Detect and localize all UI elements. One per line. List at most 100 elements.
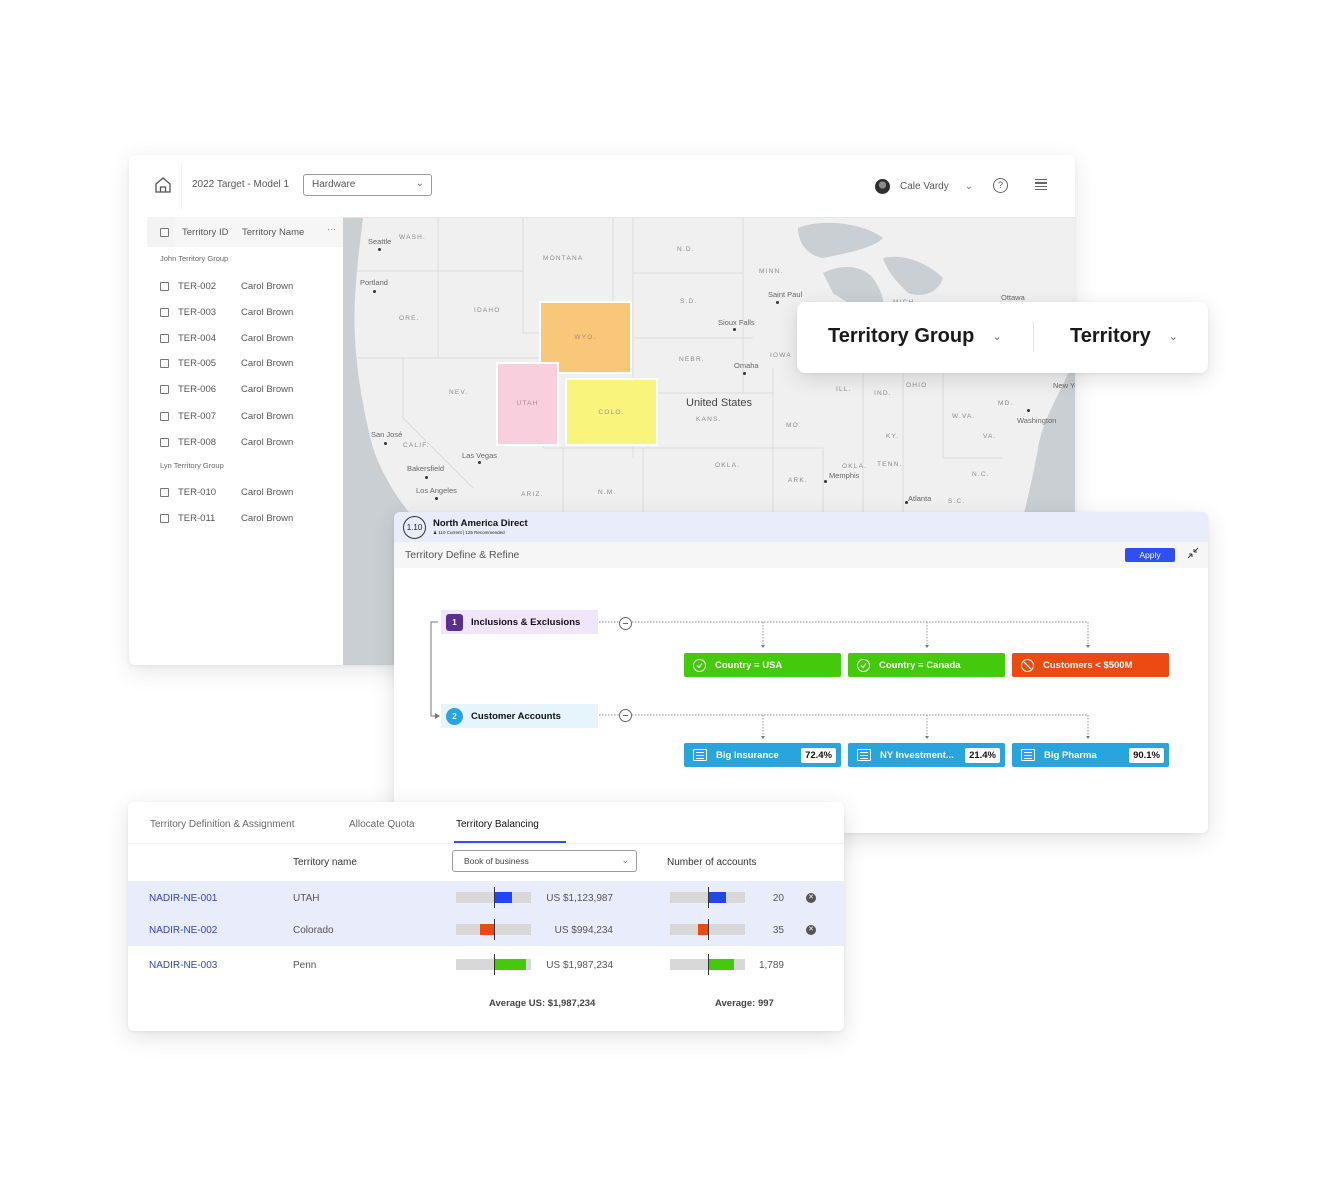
- territory-group-dropdown[interactable]: Territory Group ⌄: [828, 325, 1002, 348]
- document-icon: [857, 749, 871, 761]
- territory-name: Carol Brown: [241, 333, 294, 344]
- metric-select-value: Book of business: [464, 856, 529, 866]
- territory-define-refine-panel: 1.10 North America Direct ♟ 110 Current …: [394, 512, 1208, 833]
- divider: [181, 163, 182, 209]
- territory-id: TER-011: [178, 513, 216, 524]
- step-customer-accounts[interactable]: 2 Customer Accounts: [441, 704, 598, 728]
- table-row[interactable]: NADIR-NE-003 Penn US $1,987,234 1,789: [128, 948, 844, 981]
- city-label: Omaha: [734, 361, 759, 370]
- territory-id: TER-008: [178, 437, 217, 448]
- state-label: IND.: [874, 390, 892, 397]
- product-select[interactable]: Hardware ⌄: [303, 174, 432, 196]
- account-ny-investment[interactable]: NY Investment... 21.4%: [848, 743, 1005, 767]
- territory-name: Carol Brown: [241, 384, 294, 395]
- book-of-business-bar: [456, 887, 531, 908]
- list-item[interactable]: TER-008 Carol Brown: [160, 436, 340, 450]
- book-of-business-value: US $1,123,987: [546, 893, 613, 904]
- plan-header: 1.10 North America Direct ♟ 110 Current …: [394, 512, 1208, 542]
- territory-name: Carol Brown: [241, 307, 294, 318]
- territory-group-label: Territory Group: [828, 325, 975, 347]
- average-marker: [494, 919, 496, 940]
- row-checkbox[interactable]: [160, 514, 169, 523]
- avatar: [875, 178, 890, 194]
- tab-allocate-quota[interactable]: Allocate Quota: [349, 819, 415, 830]
- state-colorado[interactable]: COLO.: [565, 378, 658, 446]
- hamburger-menu-icon[interactable]: [1035, 179, 1047, 191]
- bar-fill: [494, 892, 512, 903]
- collapse-step-icon[interactable]: [619, 617, 632, 630]
- row-checkbox[interactable]: [160, 282, 169, 291]
- state-label: MO.: [786, 422, 802, 429]
- list-item[interactable]: TER-002 Carol Brown: [160, 280, 340, 294]
- home-button[interactable]: [151, 173, 177, 197]
- state-label: N.C.: [972, 471, 990, 478]
- collapse-icon[interactable]: [1187, 547, 1199, 561]
- city-label: Washington: [1017, 416, 1057, 425]
- collapse-step-icon[interactable]: [619, 709, 632, 722]
- step-label: Inclusions & Exclusions: [471, 616, 581, 628]
- city-label: Las Vegas: [462, 451, 498, 460]
- row-checkbox[interactable]: [160, 438, 169, 447]
- book-of-business-value: US $994,234: [554, 925, 613, 936]
- state-label: KY.: [886, 433, 900, 440]
- row-checkbox[interactable]: [160, 308, 169, 317]
- list-item[interactable]: TER-011 Carol Brown: [160, 512, 340, 526]
- city-label: Los Angeles: [416, 486, 457, 495]
- territory-id-link[interactable]: NADIR-NE-002: [149, 925, 217, 936]
- step-inclusions-exclusions[interactable]: 1 Inclusions & Exclusions: [441, 610, 598, 634]
- list-item[interactable]: TER-003 Carol Brown: [160, 306, 340, 320]
- row-checkbox[interactable]: [160, 359, 169, 368]
- tab-definition-assignment[interactable]: Territory Definition & Assignment: [150, 819, 295, 830]
- help-button[interactable]: ?: [993, 178, 1008, 193]
- table-row[interactable]: NADIR-NE-001 UTAH US $1,123,987 20 ✕: [128, 881, 844, 914]
- territory-balancing-panel: Territory Definition & Assignment Alloca…: [128, 802, 844, 1031]
- territory-name: Carol Brown: [241, 411, 294, 422]
- column-territory-id[interactable]: Territory ID: [182, 227, 228, 238]
- city-label: Memphis: [829, 471, 860, 480]
- remove-icon[interactable]: ✕: [806, 925, 816, 935]
- rule-country-canada[interactable]: Country = Canada: [848, 653, 1005, 677]
- accounts-bar: [670, 887, 745, 908]
- territory-id-link[interactable]: NADIR-NE-003: [149, 960, 217, 971]
- territory-id: TER-007: [178, 411, 217, 422]
- territory-id: TER-004: [178, 333, 217, 344]
- row-checkbox[interactable]: [160, 385, 169, 394]
- state-utah[interactable]: UTAH: [496, 362, 559, 446]
- metric-select[interactable]: Book of business ⌄: [452, 850, 637, 872]
- list-item[interactable]: TER-007 Carol Brown: [160, 410, 340, 424]
- top-bar: 2022 Target - Model 1 Hardware ⌄ Cale Va…: [129, 155, 1075, 217]
- step-label: Customer Accounts: [471, 710, 561, 722]
- table-row[interactable]: NADIR-NE-002 Colorado US $994,234 35 ✕: [128, 913, 844, 946]
- state-label: ORE.: [399, 315, 420, 322]
- list-item[interactable]: TER-004 Carol Brown: [160, 332, 340, 346]
- book-of-business-bar: [456, 954, 531, 975]
- territory-id: TER-006: [178, 384, 217, 395]
- account-big-pharma[interactable]: Big Pharma 90.1%: [1012, 743, 1169, 767]
- hierarchy-filter: Territory Group ⌄ Territory ⌄: [797, 302, 1208, 373]
- select-all-checkbox[interactable]: [160, 228, 169, 237]
- territory-id: TER-003: [178, 307, 217, 318]
- city-label: Atlanta: [908, 494, 932, 503]
- list-item[interactable]: TER-006 Carol Brown: [160, 383, 340, 397]
- remove-icon[interactable]: ✕: [806, 893, 816, 903]
- territory-name: Penn: [293, 960, 317, 971]
- user-name: Cale Vardy: [900, 180, 949, 192]
- tab-territory-balancing[interactable]: Territory Balancing: [456, 819, 539, 830]
- rule-customers-under-500m[interactable]: Customers < $500M: [1012, 653, 1169, 677]
- rule-country-usa[interactable]: Country = USA: [684, 653, 841, 677]
- row-checkbox[interactable]: [160, 412, 169, 421]
- list-item[interactable]: TER-005 Carol Brown: [160, 357, 340, 371]
- row-checkbox[interactable]: [160, 488, 169, 497]
- more-options-icon[interactable]: ···: [327, 224, 336, 234]
- state-label: NEV.: [449, 389, 469, 396]
- user-menu[interactable]: Cale Vardy ⌄: [875, 177, 973, 195]
- state-label: VA.: [983, 433, 997, 440]
- row-checkbox[interactable]: [160, 334, 169, 343]
- column-territory-name[interactable]: Territory Name: [242, 227, 304, 238]
- apply-button[interactable]: Apply: [1125, 548, 1175, 562]
- account-big-insurance[interactable]: Big Insurance 72.4%: [684, 743, 841, 767]
- list-item[interactable]: TER-010 Carol Brown: [160, 486, 340, 500]
- territory-id-link[interactable]: NADIR-NE-001: [149, 893, 217, 904]
- territory-dropdown[interactable]: Territory ⌄: [1070, 325, 1178, 348]
- territory-name: Carol Brown: [241, 487, 294, 498]
